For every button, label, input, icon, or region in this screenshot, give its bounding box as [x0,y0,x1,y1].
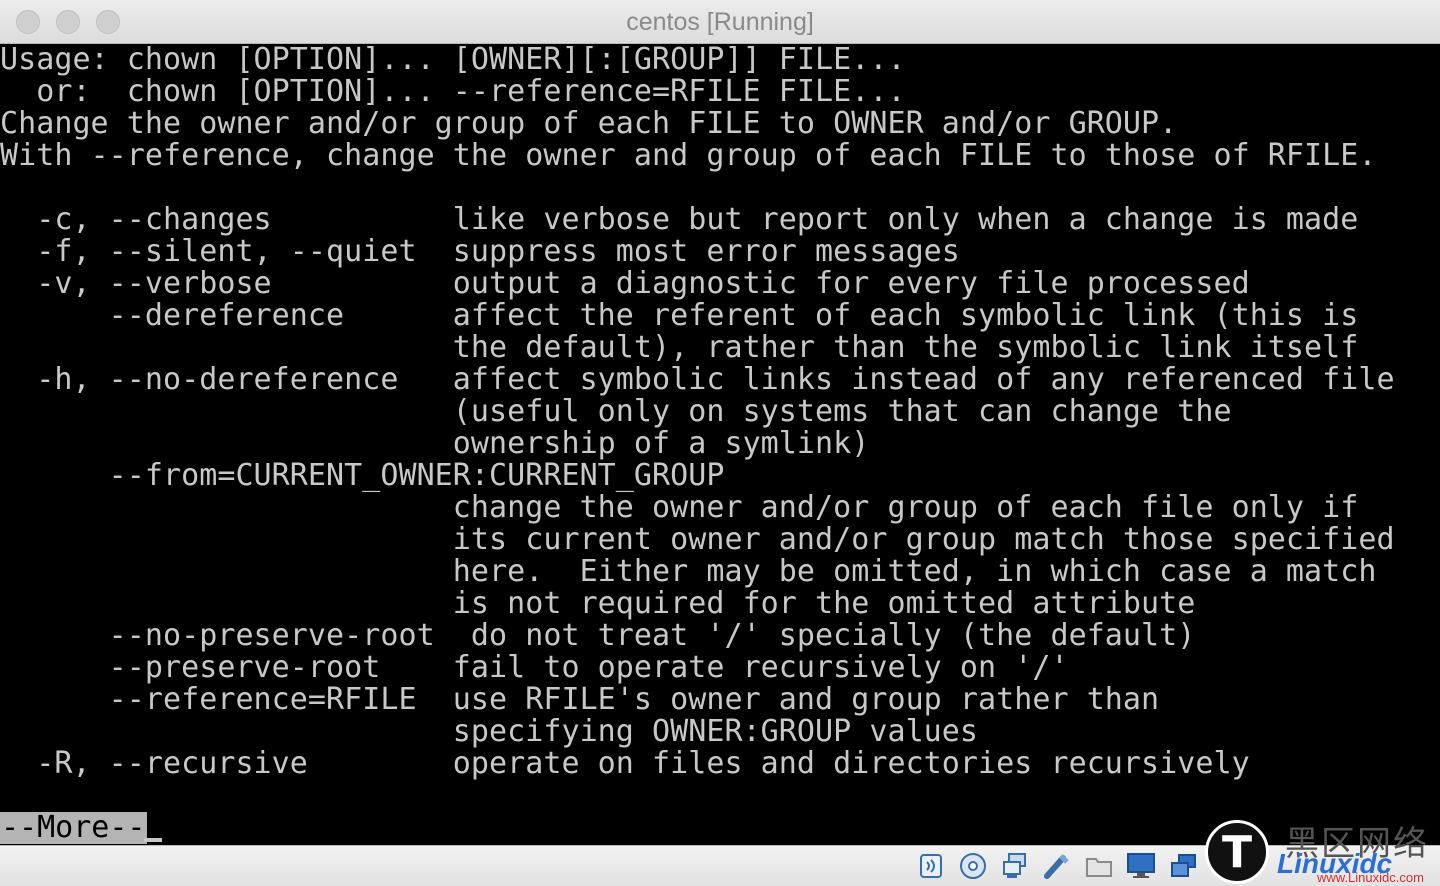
console-line: its current owner and/or group match tho… [0,522,1395,557]
optical-disc-icon[interactable] [958,852,988,880]
console-line: Usage: chown [OPTION]... [OWNER][:[GROUP… [0,44,906,77]
console-line: the default), rather than the symbolic l… [0,330,1359,365]
console-line: --no-preserve-root do not treat '/' spec… [0,618,1196,653]
console-line: is not required for the omitted attribut… [0,586,1196,621]
console-line: --reference=RFILE use RFILE's owner and … [0,682,1160,717]
window-titlebar: centos [Running] [0,0,1440,44]
text-cursor [144,838,162,842]
console-line: or: chown [OPTION]... --reference=RFILE … [0,74,906,109]
console-line: Change the owner and/or group of each FI… [0,106,1178,141]
console-line: With --reference, change the owner and g… [0,138,1377,173]
audio-icon[interactable] [916,852,946,880]
console-line: -f, --silent, --quiet suppress most erro… [0,234,960,269]
display-icon[interactable] [1126,852,1156,880]
usb-icon[interactable] [1042,852,1072,880]
pager-more-prompt: --More-- [0,810,147,845]
console-line: -h, --no-dereference affect symbolic lin… [0,362,1395,397]
console-line: --preserve-root fail to operate recursiv… [0,650,1069,685]
watermark-logo: T [1205,820,1269,884]
site-watermark: T 黑区网络 Linuxidc www.Linuxidc.com [1205,818,1440,886]
console-line: --dereference affect the referent of eac… [0,298,1359,333]
console-line: ownership of a symlink) [0,426,870,461]
console-line: -c, --changes like verbose but report on… [0,202,1359,237]
console-line: -R, --recursive operate on files and dir… [0,746,1250,781]
shared-folder-icon[interactable] [1084,852,1114,880]
console-line: --from=CURRENT_OWNER:CURRENT_GROUP [0,458,725,493]
console-line: -v, --verbose output a diagnostic for ev… [0,266,1250,301]
watermark-url: www.Linuxidc.com [1317,870,1424,885]
console-output: Usage: chown [OPTION]... [OWNER][:[GROUP… [0,44,1395,780]
console-line: change the owner and/or group of each fi… [0,490,1359,525]
network-icon[interactable] [1000,852,1030,880]
vm-console[interactable]: Usage: chown [OPTION]... [OWNER][:[GROUP… [0,44,1440,845]
console-line: (useful only on systems that can change … [0,394,1232,429]
console-line: specifying OWNER:GROUP values [0,714,979,749]
window-title: centos [Running] [626,8,814,36]
virtual-machine-icon[interactable] [1168,852,1198,880]
console-line: here. Either may be omitted, in which ca… [0,554,1377,589]
